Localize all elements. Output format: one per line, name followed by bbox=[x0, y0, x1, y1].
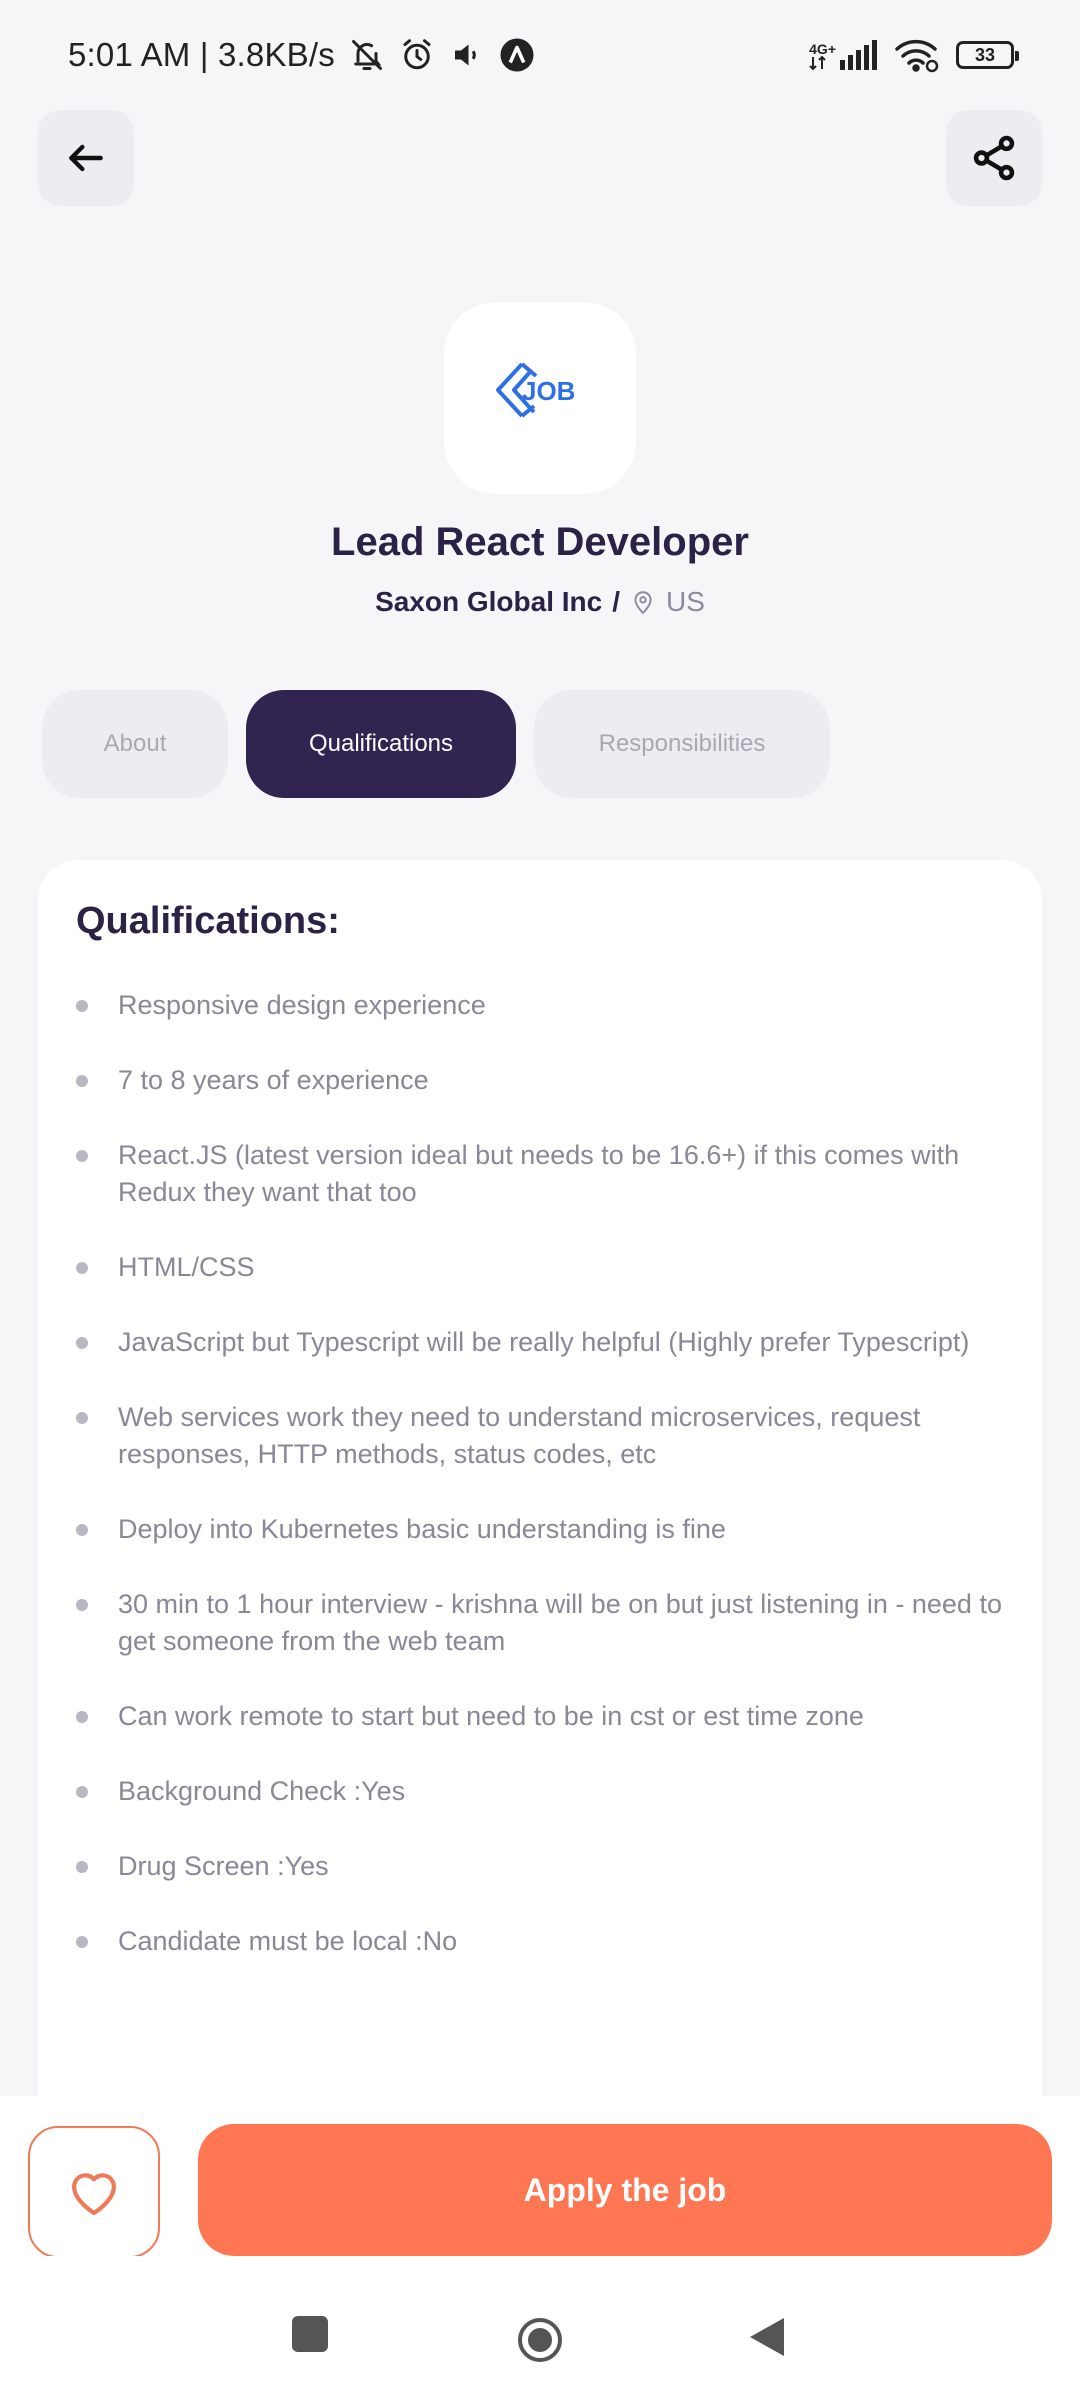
bullet-icon bbox=[76, 1599, 88, 1611]
tab-qualifications[interactable]: Qualifications bbox=[246, 690, 516, 798]
bullet-icon bbox=[76, 1000, 88, 1012]
list-item-text: JavaScript but Typescript will be really… bbox=[118, 1327, 970, 1357]
list-item-text: Can work remote to start but need to be … bbox=[118, 1701, 864, 1731]
qualifications-list: Responsive design experience 7 to 8 year… bbox=[76, 987, 1004, 1960]
section-title: Qualifications: bbox=[76, 900, 340, 942]
list-item: Drug Screen :Yes bbox=[76, 1848, 1004, 1885]
list-item: JavaScript but Typescript will be really… bbox=[76, 1324, 1004, 1361]
list-item-text: Web services work they need to understan… bbox=[118, 1402, 921, 1469]
list-item: Deploy into Kubernetes basic understandi… bbox=[76, 1511, 1004, 1548]
bullet-icon bbox=[76, 1262, 88, 1274]
list-item: Responsive design experience bbox=[76, 987, 1004, 1024]
triangle-back-icon bbox=[748, 2316, 786, 2358]
heart-icon bbox=[66, 2166, 122, 2218]
bullet-icon bbox=[76, 1786, 88, 1798]
nav-back-button[interactable] bbox=[748, 2316, 786, 2358]
bullet-icon bbox=[76, 1524, 88, 1536]
bullet-icon bbox=[76, 1861, 88, 1873]
location-pin-icon bbox=[630, 588, 656, 616]
apply-button[interactable]: Apply the job bbox=[198, 2124, 1052, 2256]
job-title: Lead React Developer bbox=[331, 520, 749, 564]
bullet-icon bbox=[76, 1150, 88, 1162]
home-button[interactable] bbox=[516, 2316, 564, 2364]
list-item-text: HTML/CSS bbox=[118, 1252, 255, 1282]
list-item: Candidate must be local :No bbox=[76, 1923, 1004, 1960]
list-item: Web services work they need to understan… bbox=[76, 1399, 1004, 1473]
list-item: HTML/CSS bbox=[76, 1249, 1004, 1286]
logo-text: JOB bbox=[522, 376, 575, 406]
list-item: React.JS (latest version ideal but needs… bbox=[76, 1137, 1004, 1211]
favorite-button[interactable] bbox=[28, 2126, 160, 2258]
status-left: 5:01 AM | 3.8KB/s bbox=[68, 36, 535, 74]
signal-icon: 4G+ bbox=[809, 40, 878, 70]
list-item-text: 30 min to 1 hour interview - krishna wil… bbox=[118, 1589, 1002, 1656]
app-a-icon bbox=[499, 37, 535, 73]
list-item-text: Deploy into Kubernetes basic understandi… bbox=[118, 1514, 726, 1544]
wifi-icon bbox=[894, 37, 940, 73]
list-item: 7 to 8 years of experience bbox=[76, 1062, 1004, 1099]
company-logo: JOB bbox=[492, 358, 588, 438]
list-item: Background Check :Yes bbox=[76, 1773, 1004, 1810]
bullet-icon bbox=[76, 1936, 88, 1948]
home-circle-icon bbox=[516, 2316, 564, 2364]
list-item-text: Drug Screen :Yes bbox=[118, 1851, 329, 1881]
recents-button[interactable] bbox=[292, 2316, 328, 2352]
share-button[interactable] bbox=[946, 110, 1042, 206]
list-item: 30 min to 1 hour interview - krishna wil… bbox=[76, 1586, 1004, 1660]
tab-about[interactable]: About bbox=[42, 690, 228, 798]
bullet-icon bbox=[76, 1412, 88, 1424]
status-time: 5:01 AM | 3.8KB/s bbox=[68, 36, 335, 73]
company-name: Saxon Global Inc bbox=[375, 586, 603, 617]
network-type: 4G+ bbox=[809, 41, 836, 57]
alarm-icon bbox=[399, 37, 435, 73]
company-line: Saxon Global Inc / US bbox=[0, 586, 1080, 618]
bullet-icon bbox=[76, 1337, 88, 1349]
tab-responsibilities[interactable]: Responsibilities bbox=[534, 690, 830, 798]
bell-off-icon bbox=[349, 37, 385, 73]
square-icon bbox=[292, 2316, 328, 2352]
list-item-text: Responsive design experience bbox=[118, 990, 486, 1020]
list-item-text: React.JS (latest version ideal but needs… bbox=[118, 1140, 960, 1207]
qualifications-card[interactable]: Qualifications: Responsive design experi… bbox=[38, 860, 1042, 2100]
status-right: 4G+ 33 bbox=[809, 37, 1019, 73]
share-icon bbox=[969, 133, 1019, 183]
bullet-icon bbox=[76, 1075, 88, 1087]
company-logo-card: JOB bbox=[444, 302, 636, 494]
battery-level: 33 bbox=[974, 44, 996, 65]
volume-icon bbox=[449, 37, 485, 73]
battery-icon: 33 bbox=[956, 41, 1019, 69]
company-separator: / bbox=[612, 586, 621, 617]
list-item-text: Background Check :Yes bbox=[118, 1776, 406, 1806]
list-item: Can work remote to start but need to be … bbox=[76, 1698, 1004, 1735]
list-item-text: Candidate must be local :No bbox=[118, 1926, 458, 1956]
status-bar: 5:01 AM | 3.8KB/s 4G+ 33 bbox=[0, 0, 1080, 110]
back-button[interactable] bbox=[38, 110, 134, 206]
bullet-icon bbox=[76, 1711, 88, 1723]
job-location: US bbox=[666, 586, 705, 617]
list-item-text: 7 to 8 years of experience bbox=[118, 1065, 429, 1095]
arrow-left-icon bbox=[64, 136, 108, 180]
